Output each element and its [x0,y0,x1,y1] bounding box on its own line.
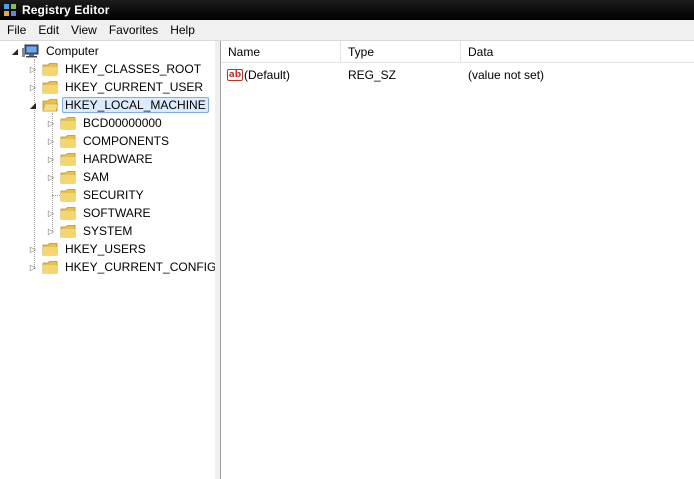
tree-item-software[interactable]: ▷ SOFTWARE [46,204,154,222]
tree-item-hardware[interactable]: ▷ HARDWARE [46,150,156,168]
column-header-type[interactable]: Type [341,41,461,63]
title-bar[interactable]: Registry Editor [0,0,694,20]
window-title: Registry Editor [22,3,110,17]
menu-bar: File Edit View Favorites Help [0,20,694,41]
tree-item-hkey-local-machine[interactable]: ◢ HKEY_LOCAL_MACHINE [28,96,209,114]
tree-label: SOFTWARE [83,206,151,220]
expand-arrow-icon[interactable]: ▷ [46,136,56,146]
tree-label: HKEY_CURRENT_USER [65,80,204,94]
value-type: REG_SZ [348,68,397,82]
list-row[interactable]: ab (Default) REG_SZ (value not set) [221,66,694,84]
column-header-name[interactable]: Name [221,41,341,63]
tree-item-hkey-current-config[interactable]: ▷ HKEY_CURRENT_CONFIG [28,258,219,276]
collapse-arrow-icon[interactable]: ◢ [10,46,20,56]
folder-icon [60,135,76,148]
expand-arrow-icon[interactable]: ▷ [28,82,38,92]
folder-icon [60,117,76,130]
tree-item-system[interactable]: ▷ SYSTEM [46,222,135,240]
folder-icon [42,81,58,94]
tree-item-security[interactable]: SECURITY [46,186,147,204]
folder-icon [42,243,58,256]
tree-label: HKEY_CURRENT_CONFIG [65,260,217,274]
tree-item-hkey-current-user[interactable]: ▷ HKEY_CURRENT_USER [28,78,206,96]
tree-item-sam[interactable]: ▷ SAM [46,168,112,186]
tree-label-selected: HKEY_LOCAL_MACHINE [62,97,209,113]
tree-label: HKEY_USERS [65,242,146,256]
folder-icon [42,261,58,274]
tree-item-bcd00000000[interactable]: ▷ BCD00000000 [46,114,165,132]
folder-icon [60,225,76,238]
column-header-data[interactable]: Data [461,41,694,63]
tree-label: SYSTEM [83,224,133,238]
expand-arrow-icon[interactable]: ▷ [28,64,38,74]
registry-editor-icon [4,4,16,16]
tree-label: BCD00000000 [83,116,162,130]
expand-arrow-icon[interactable]: ▷ [28,244,38,254]
tree-label: SECURITY [83,188,144,202]
string-value-icon: ab [227,69,243,81]
expand-arrow-icon[interactable]: ▷ [46,172,56,182]
tree-item-hkey-users[interactable]: ▷ HKEY_USERS [28,240,149,258]
folder-open-icon [42,99,58,112]
tree-label: COMPONENTS [83,134,170,148]
tree-label: HKEY_CLASSES_ROOT [65,62,202,76]
folder-icon [60,189,76,202]
folder-icon [60,171,76,184]
menu-file[interactable]: File [0,20,32,40]
tree-label: Computer [46,44,99,58]
collapse-arrow-icon[interactable]: ◢ [28,100,38,110]
tree-label: HARDWARE [83,152,153,166]
folder-icon [60,153,76,166]
expand-arrow-icon[interactable]: ▷ [28,262,38,272]
expand-arrow-icon[interactable]: ▷ [46,154,56,164]
menu-view[interactable]: View [65,20,103,40]
expand-arrow-icon[interactable]: ▷ [46,208,56,218]
computer-icon [22,44,39,58]
value-data: (value not set) [468,68,545,82]
expand-arrow-icon[interactable]: ▷ [46,226,56,236]
folder-icon [42,63,58,76]
menu-edit[interactable]: Edit [32,20,65,40]
tree-item-hkey-classes-root[interactable]: ▷ HKEY_CLASSES_ROOT [28,60,204,78]
tree-item-computer[interactable]: ◢ Computer [10,42,102,60]
tree-label: SAM [83,170,110,184]
menu-help[interactable]: Help [164,20,201,40]
tree-item-components[interactable]: ▷ COMPONENTS [46,132,172,150]
menu-favorites[interactable]: Favorites [103,20,164,40]
expand-arrow-icon[interactable]: ▷ [46,118,56,128]
values-list[interactable]: Name Type Data ab (Default) REG_SZ (valu… [221,41,694,479]
value-name: (Default) [244,68,291,82]
folder-icon [60,207,76,220]
registry-tree[interactable]: ◢ Computer ▷ HKEY_CLASSES_ROOT ▷ HKEY_CU… [0,41,216,479]
